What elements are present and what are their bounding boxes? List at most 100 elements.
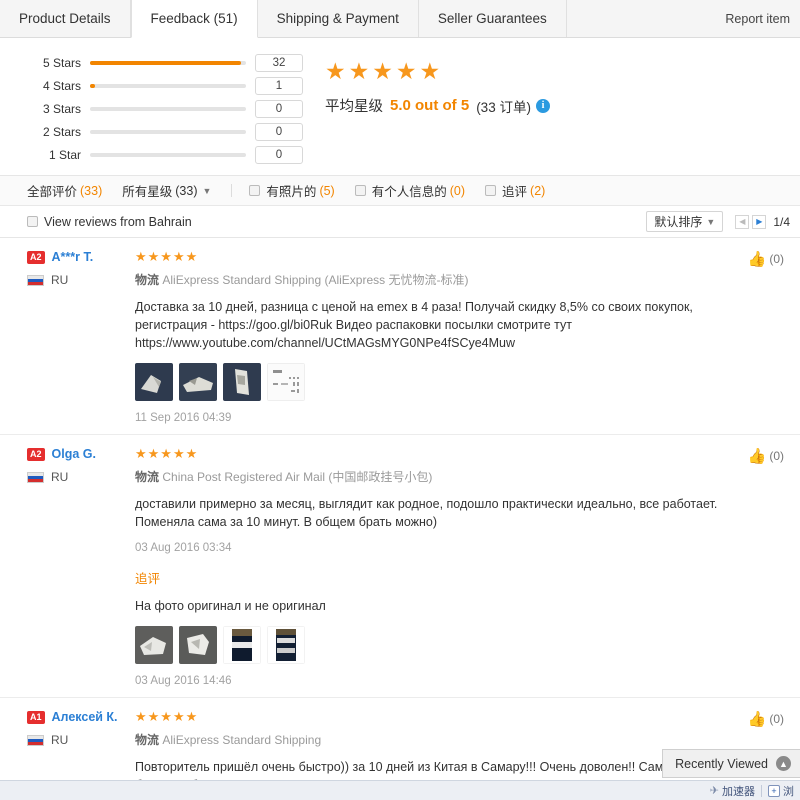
checkbox-icon[interactable] [27, 216, 38, 227]
reviewer-identity: A2 Olga G. [27, 447, 135, 461]
reviewer-info: A2 A***r T. RU [27, 250, 135, 424]
country-code: RU [51, 273, 69, 287]
tab-shipping-payment[interactable]: Shipping & Payment [258, 0, 419, 37]
rating-row-label: 3 Stars [42, 101, 81, 116]
filter-additional-reviews[interactable]: 追评 (2) [485, 181, 545, 200]
flag-ru-icon [27, 471, 44, 483]
rating-row-label: 1 Star [48, 147, 81, 162]
reviewer-level-badge: A2 [27, 250, 45, 264]
rating-row-2[interactable]: 2 Stars 0 [38, 120, 303, 143]
rating-row-1[interactable]: 1 Star 0 [38, 143, 303, 166]
report-item-link[interactable]: Report item [709, 0, 800, 37]
next-page-button[interactable]: ▶ [752, 214, 767, 229]
page-indicator: 1/4 [773, 214, 790, 229]
view-reviews-from-bahrain[interactable]: View reviews from Bahrain [27, 215, 192, 229]
rating-count: 0 [255, 122, 303, 141]
rating-count: 32 [255, 53, 303, 72]
rocket-icon: ✈ [709, 785, 719, 797]
chevron-down-icon: ▼ [202, 185, 212, 196]
average-rating-block: ★★★★★ 平均星级 5.0 out of 5 (33 订单) i [325, 60, 550, 116]
prev-page-button[interactable]: ◀ [735, 214, 750, 229]
rating-summary: 5 Stars 32 4 Stars 1 3 Stars 0 2 Stars 0… [0, 38, 800, 176]
rating-row-label: 4 Stars [42, 78, 81, 93]
rating-bar-track [90, 106, 246, 111]
taskbar-divider [761, 784, 762, 797]
browser-item[interactable]: + 浏 [768, 783, 794, 799]
sort-select-label: 默认排序 [654, 215, 703, 229]
helpful-button[interactable]: 👍 (0) [748, 447, 784, 465]
product-tab-bar: Product Details Feedback (51) Shipping &… [0, 0, 800, 38]
helpful-count: (0) [769, 712, 784, 726]
review-thumbnail[interactable] [223, 363, 261, 401]
chevron-down-icon: ▼ [706, 216, 716, 227]
sort-select[interactable]: 默认排序 ▼ [646, 211, 724, 232]
helpful-count: (0) [769, 449, 784, 463]
reviewer-country: RU [27, 273, 135, 287]
pager: ◀ ▶ 1/4 [735, 214, 790, 229]
sort-and-pagination-row: View reviews from Bahrain 默认排序 ▼ ◀ ▶ 1/4 [0, 206, 800, 238]
tab-seller-guarantees[interactable]: Seller Guarantees [419, 0, 567, 37]
review-thumbnail[interactable] [267, 363, 305, 401]
accelerator-item[interactable]: ✈ 加速器 [710, 783, 755, 799]
info-icon[interactable]: i [535, 98, 550, 113]
review-thumbnail[interactable] [179, 363, 217, 401]
flag-ru-icon [27, 734, 44, 746]
rating-row-4[interactable]: 4 Stars 1 [38, 74, 303, 97]
helpful-button[interactable]: 👍 (0) [748, 250, 784, 268]
rating-bar-track [90, 129, 246, 134]
review-stars-icon: ★★★★★ [135, 446, 199, 461]
review-date: 03 Aug 2016 03:34 [135, 542, 232, 554]
review-thumbnail[interactable] [179, 626, 217, 664]
report-item-label: Report item [725, 11, 790, 26]
chevron-up-icon[interactable]: ▲ [776, 756, 791, 771]
average-stars-icon: ★★★★★ [325, 58, 444, 84]
review-filter-bar: 全部评价 (33) 所有星级 (33) ▼ 有照片的 (5) 有个人信息的 (0… [0, 176, 800, 206]
tab-label: Product Details [19, 11, 111, 26]
checkbox-icon[interactable] [249, 185, 261, 196]
review-thumbnail[interactable] [223, 626, 261, 664]
reviewer-name[interactable]: Olga G. [52, 447, 96, 461]
average-value: 5.0 out of 5 [390, 97, 470, 114]
filter-label: 全部评价 [27, 185, 78, 199]
review-stars-icon: ★★★★★ [135, 249, 199, 264]
reviewer-name[interactable]: A***r T. [52, 250, 94, 264]
rating-bar-fill [90, 83, 95, 88]
helpful-button[interactable]: 👍 (0) [748, 710, 784, 728]
review-thumbnail[interactable] [135, 626, 173, 664]
filter-all-stars[interactable]: 所有星级 (33) ▼ [122, 181, 211, 200]
checkbox-icon[interactable] [354, 185, 366, 196]
review-thumbnail[interactable] [135, 363, 173, 401]
additional-review-thumbnails [135, 626, 720, 664]
shipping-method: China Post Registered Air Mail (中国邮政挂号小包… [162, 470, 433, 484]
country-code: RU [51, 733, 69, 747]
checkbox-icon[interactable] [485, 185, 497, 196]
reviewer-identity: A1 Алексей К. [27, 710, 135, 724]
feedback-page: Product Details Feedback (51) Shipping &… [0, 0, 800, 800]
reviewer-identity: A2 A***r T. [27, 250, 135, 264]
reviewer-name[interactable]: Алексей К. [52, 710, 118, 724]
filter-count: (33) [175, 183, 198, 198]
pagination-controls: 默认排序 ▼ ◀ ▶ 1/4 [646, 211, 800, 232]
filter-with-photos[interactable]: 有照片的 (5) [249, 181, 335, 200]
order-count: (33 订单) [476, 99, 531, 115]
recently-viewed-panel[interactable]: Recently Viewed ▲ [662, 749, 800, 778]
rating-row-label: 5 Stars [42, 55, 81, 70]
tab-feedback[interactable]: Feedback (51) [130, 0, 258, 38]
review-text: Доставка за 10 дней, разница с ценой на … [135, 300, 693, 350]
flag-ru-icon [27, 274, 44, 286]
tab-label: Feedback (51) [150, 11, 238, 26]
review-thumbnail[interactable] [267, 626, 305, 664]
filter-all-reviews[interactable]: 全部评价 (33) [27, 181, 102, 200]
shipping-line: 物流 China Post Registered Air Mail (中国邮政挂… [135, 468, 720, 485]
tab-product-details[interactable]: Product Details [0, 0, 131, 37]
rating-row-3[interactable]: 3 Stars 0 [38, 97, 303, 120]
average-rating-line: 平均星级 5.0 out of 5 (33 订单) i [325, 95, 550, 116]
filter-with-personal-info[interactable]: 有个人信息的 (0) [354, 181, 465, 200]
rating-row-5[interactable]: 5 Stars 32 [38, 51, 303, 74]
thumbs-up-icon: 👍 [747, 711, 767, 728]
review-thumbnails [135, 363, 720, 401]
review-stars-icon: ★★★★★ [135, 709, 199, 724]
reviewer-level-badge: A2 [27, 447, 45, 461]
additional-review-title: 追评 [135, 572, 161, 586]
shipping-label: 物流 [135, 733, 160, 747]
